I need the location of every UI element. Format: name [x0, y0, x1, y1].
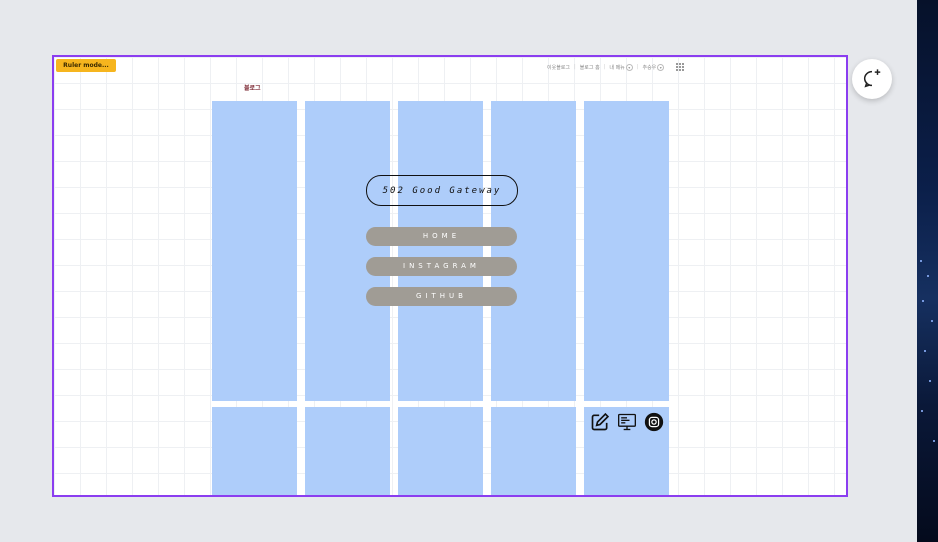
monitor-icon[interactable] — [617, 412, 637, 432]
nav-neighbor-blog[interactable]: 이웃블로그 — [547, 64, 570, 71]
my-menu-label: 내 메뉴 — [609, 64, 625, 71]
layout-block-1 — [212, 407, 297, 495]
chevron-down-icon: ▾ — [625, 63, 633, 71]
chevron-down-icon: ▾ — [657, 63, 665, 71]
add-comment-button[interactable] — [852, 59, 892, 99]
layout-block-3 — [398, 407, 483, 495]
add-comment-icon — [863, 69, 881, 88]
profile-menu: 502 Good Gateway HOME INSTAGRAM GITHUB — [366, 175, 518, 306]
separator: | — [603, 64, 606, 70]
home-button[interactable]: HOME — [366, 227, 517, 246]
blog-link[interactable]: 블로그 — [244, 83, 261, 92]
layout-block-4 — [491, 407, 576, 495]
apps-grid-icon[interactable] — [676, 63, 685, 71]
blog-preview-frame: Ruler mode... 블로그 이웃블로그 | 블로그 홈 | 내 메뉴 ▾… — [52, 55, 848, 497]
edit-icon[interactable] — [590, 412, 610, 432]
nav-blog-home[interactable]: 블로그 홈 — [580, 64, 600, 71]
top-navigation: 이웃블로그 | 블로그 홈 | 내 메뉴 ▾ | 추승우 ▾ — [547, 63, 685, 71]
layout-column-5 — [584, 101, 669, 401]
blog-title[interactable]: 502 Good Gateway — [366, 175, 518, 206]
user-dropdown[interactable]: 추승우 ▾ — [642, 63, 665, 71]
separator: | — [636, 64, 639, 70]
separator: | — [574, 64, 576, 70]
ruler-mode-button[interactable]: Ruler mode... — [56, 59, 116, 72]
github-button[interactable]: GITHUB — [366, 287, 517, 306]
widget-icons — [590, 412, 664, 432]
camera-icon[interactable] — [644, 412, 664, 432]
my-menu-dropdown[interactable]: 내 메뉴 ▾ — [609, 63, 633, 71]
layout-block-2 — [305, 407, 390, 495]
layout-column-1 — [212, 101, 297, 401]
instagram-button[interactable]: INSTAGRAM — [366, 257, 517, 276]
desktop-background — [917, 0, 938, 542]
user-name: 추승우 — [642, 64, 657, 71]
